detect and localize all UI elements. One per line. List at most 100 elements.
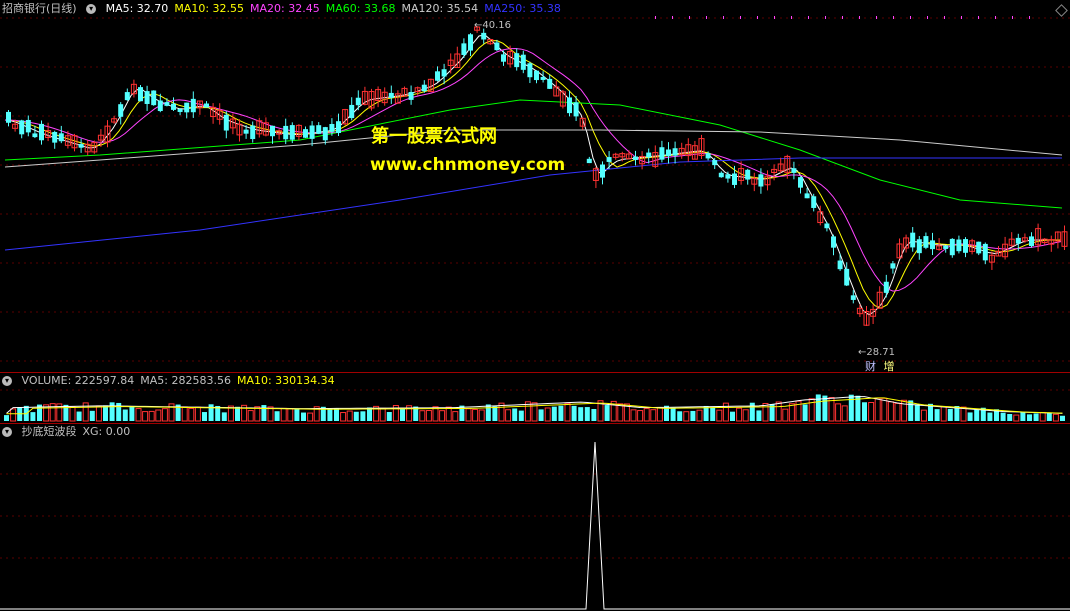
volume-bar-down bbox=[1007, 414, 1013, 421]
volume-bar-down bbox=[459, 405, 465, 421]
volume-bar-down bbox=[109, 402, 115, 421]
volume-bar-up bbox=[1039, 411, 1046, 422]
volume-bar-down bbox=[908, 400, 914, 421]
marker-tick bbox=[808, 16, 809, 19]
candle-down bbox=[725, 174, 731, 179]
marker-tick bbox=[978, 16, 979, 19]
candle-down bbox=[943, 245, 949, 249]
candle-down bbox=[672, 148, 678, 156]
candle-down bbox=[666, 149, 671, 156]
volume-bar-down bbox=[512, 408, 518, 421]
candle-down bbox=[303, 129, 308, 138]
candle-down bbox=[811, 196, 817, 208]
volume-bar-down bbox=[208, 404, 214, 421]
marker-tick bbox=[842, 16, 843, 19]
candle-down bbox=[144, 91, 150, 104]
candle-down bbox=[468, 34, 473, 51]
volume-bar-down bbox=[4, 415, 9, 421]
volume-legend-item-1: MA5: 282583.56 bbox=[140, 374, 231, 387]
watermark-title: 第一股票公式网 bbox=[371, 126, 497, 147]
volume-panel[interactable]: ▾ VOLUME: 222597.84 MA5: 282583.56 MA10: 3… bbox=[0, 373, 1070, 423]
legend-toggle-icon[interactable]: ▾ bbox=[86, 4, 97, 14]
candle-down bbox=[586, 158, 592, 164]
marker-tick bbox=[672, 16, 673, 19]
volume-bar-up bbox=[247, 410, 254, 422]
marker-tick bbox=[1029, 16, 1030, 19]
ma-legend-item-4: MA120: 35.54 bbox=[401, 2, 479, 15]
volume-bar-up bbox=[445, 406, 452, 422]
volume-bar-up bbox=[161, 408, 168, 422]
volume-bar-down bbox=[571, 405, 577, 421]
candle-down bbox=[850, 295, 856, 300]
candle-down bbox=[501, 54, 506, 62]
candle-down bbox=[534, 70, 539, 81]
candle-down bbox=[659, 147, 665, 160]
candle-down bbox=[157, 100, 163, 112]
volume-bar-down bbox=[485, 404, 491, 421]
volume-bar-up bbox=[683, 411, 690, 422]
ma-legend-item-2: MA20: 32.45 bbox=[250, 2, 320, 15]
volume-bar-down bbox=[1027, 414, 1032, 421]
marker-tick bbox=[910, 16, 911, 19]
low-price-label: ←28.71 bbox=[858, 347, 896, 358]
volume-bar-down bbox=[353, 411, 359, 421]
candle-down bbox=[791, 168, 797, 173]
candle-down bbox=[540, 76, 546, 80]
marker-tick bbox=[893, 16, 894, 19]
volume-bar-up bbox=[419, 410, 426, 422]
volume-bar-up bbox=[379, 407, 386, 422]
volume-bar-up bbox=[135, 408, 142, 422]
candle-down bbox=[798, 177, 803, 188]
candle-down bbox=[388, 92, 394, 98]
volume-bar-down bbox=[1020, 412, 1026, 421]
volume-bar-down bbox=[947, 408, 953, 421]
candle-down bbox=[547, 78, 553, 89]
indicator-toggle-icon[interactable]: ▾ bbox=[2, 427, 12, 437]
marker-tick bbox=[774, 16, 775, 19]
volume-bar-down bbox=[677, 411, 683, 421]
candle-down bbox=[976, 241, 982, 254]
candle-down bbox=[567, 97, 572, 114]
marker-tick bbox=[859, 16, 860, 19]
volume-bar-down bbox=[202, 412, 207, 421]
price-panel[interactable]: 招商银行(日线) ▾ MA5: 32.70 MA10: 32.55 MA20: 32… bbox=[0, 0, 1070, 373]
marker-tick bbox=[927, 16, 928, 19]
stock-title: 招商银行(日线) bbox=[2, 2, 77, 15]
volume-bar-down bbox=[122, 409, 128, 421]
candle-down bbox=[421, 84, 427, 92]
volume-bar-up bbox=[142, 411, 149, 422]
volume-bar-down bbox=[934, 409, 940, 421]
candle-down bbox=[322, 127, 328, 141]
volume-bar-down bbox=[386, 411, 392, 421]
volume-bar-down bbox=[987, 412, 993, 421]
candle-down bbox=[1029, 236, 1034, 247]
candle-down bbox=[289, 125, 295, 140]
candle-down bbox=[6, 111, 11, 123]
volume-toggle-icon[interactable]: ▾ bbox=[2, 376, 12, 386]
volume-bar-down bbox=[578, 407, 584, 421]
candle-down bbox=[32, 133, 38, 138]
volume-bar-up bbox=[340, 412, 347, 422]
candle-down bbox=[309, 125, 315, 139]
volume-bar-down bbox=[274, 411, 280, 421]
volume-ma5-line bbox=[6, 396, 1063, 414]
candle-down bbox=[336, 121, 341, 133]
volume-bar-down bbox=[710, 407, 716, 421]
candle-down bbox=[316, 125, 322, 134]
volume-bar-down bbox=[730, 411, 735, 421]
indicator-panel[interactable]: ▾ 抄底短波段 XG: 0.00 bbox=[0, 424, 1070, 611]
candle-down bbox=[190, 98, 196, 113]
volume-bar-up bbox=[452, 411, 459, 422]
price-legend: 招商银行(日线) ▾ MA5: 32.70 MA10: 32.55 MA20: 32… bbox=[2, 1, 573, 17]
volume-bar-up bbox=[544, 407, 551, 422]
volume-bar-up bbox=[505, 409, 512, 422]
high-price-label: ←40.16 bbox=[474, 20, 512, 31]
volume-bar-down bbox=[1046, 412, 1052, 421]
candle-down bbox=[705, 153, 711, 159]
volume-bar-down bbox=[301, 412, 306, 421]
candle-down bbox=[78, 144, 84, 148]
candle-down bbox=[481, 32, 487, 40]
candle-down bbox=[164, 102, 170, 106]
marker-tick bbox=[961, 16, 962, 19]
volume-bar-up bbox=[1052, 413, 1059, 422]
